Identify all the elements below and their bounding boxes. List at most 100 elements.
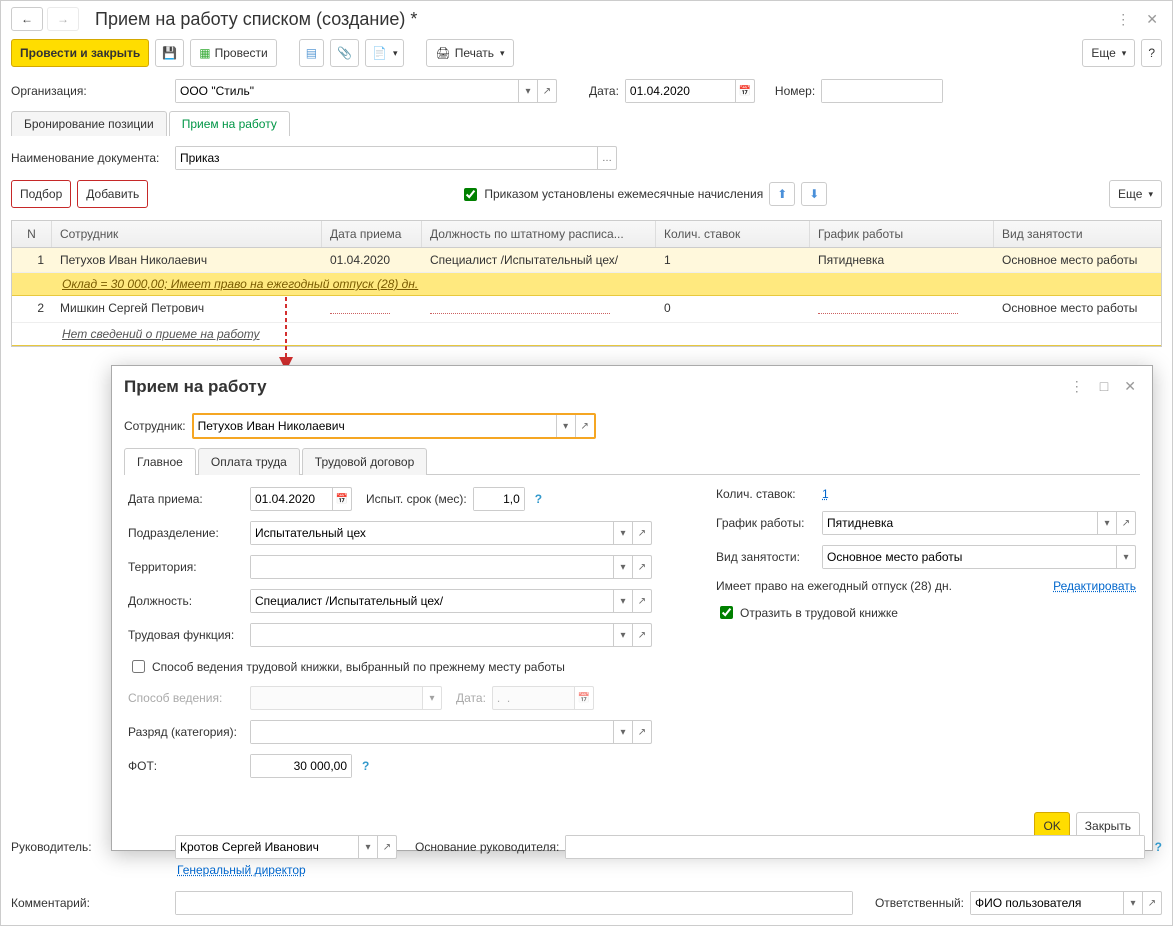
dropdown-icon[interactable]: ▾	[1097, 512, 1116, 534]
save-button[interactable]: 💾	[155, 39, 184, 67]
dropdown-icon[interactable]: ▾	[1116, 546, 1135, 568]
dropdown-icon[interactable]: ▾	[613, 624, 632, 646]
col-date[interactable]: Дата приема	[322, 221, 422, 247]
based-on-button[interactable]: 📄▾	[365, 39, 404, 67]
dropdown-icon[interactable]: ▾	[613, 556, 632, 578]
dropdown-icon[interactable]: ▾	[556, 415, 575, 437]
fot-label: ФОТ:	[128, 759, 244, 773]
open-icon[interactable]: ↗	[537, 80, 556, 102]
col-position[interactable]: Должность по штатному расписа...	[422, 221, 656, 247]
move-down-button[interactable]: ⬇	[801, 182, 827, 206]
open-icon[interactable]: ↗	[377, 836, 396, 858]
monthly-checkbox-label: Приказом установлены ежемесячные начисле…	[484, 187, 763, 201]
table-more-button[interactable]: Еще▾	[1109, 180, 1162, 208]
resp-input[interactable]	[971, 892, 1123, 914]
attach-button[interactable]: 📎	[330, 39, 359, 67]
method-date-label: Дата:	[456, 691, 486, 705]
more-button[interactable]: Еще▾	[1082, 39, 1135, 67]
modal-tab-contract[interactable]: Трудовой договор	[302, 448, 427, 475]
report-button[interactable]: ▤	[299, 39, 324, 67]
calendar-icon[interactable]: 📅	[735, 80, 754, 102]
dropdown-icon[interactable]: ▾	[358, 836, 377, 858]
rank-input[interactable]	[251, 721, 613, 743]
open-icon[interactable]: ↗	[1142, 892, 1161, 914]
dropdown-icon[interactable]: ▾	[613, 522, 632, 544]
org-input[interactable]	[176, 80, 518, 102]
dropdown-icon[interactable]: ▾	[1123, 892, 1142, 914]
open-icon[interactable]: ↗	[632, 522, 651, 544]
terr-input[interactable]	[251, 556, 613, 578]
number-label: Номер:	[775, 84, 815, 98]
help-button[interactable]: ?	[1141, 39, 1162, 67]
func-input[interactable]	[251, 624, 613, 646]
dept-input[interactable]	[251, 522, 613, 544]
open-icon[interactable]: ↗	[632, 624, 651, 646]
ellipsis-icon[interactable]: …	[597, 147, 616, 169]
edit-link[interactable]: Редактировать	[1053, 579, 1136, 593]
modal-date-input[interactable]	[251, 488, 332, 510]
modal-tab-main[interactable]: Главное	[124, 448, 196, 475]
head-title-link[interactable]: Генеральный директор	[177, 863, 306, 877]
detail-row[interactable]: Оклад = 30 000,00; Имеет право на ежегод…	[12, 273, 1161, 296]
nav-forward-button[interactable]: →	[47, 7, 79, 31]
kebab-icon[interactable]: ⋮	[1112, 9, 1134, 30]
rate-link[interactable]: 1	[822, 487, 829, 501]
pos-input[interactable]	[251, 590, 613, 612]
table-row[interactable]: 1 Петухов Иван Николаевич 01.04.2020 Спе…	[12, 248, 1161, 273]
kebab-icon[interactable]: ⋮	[1066, 376, 1088, 397]
close-icon[interactable]: ✕	[1120, 376, 1140, 397]
table-row[interactable]: 2 Мишкин Сергей Петрович 0 Основное мест…	[12, 296, 1161, 323]
fot-input[interactable]	[251, 755, 351, 777]
close-icon[interactable]: ✕	[1142, 9, 1162, 30]
maximize-icon[interactable]: □	[1096, 376, 1112, 397]
modal-title: Прием на работу	[124, 377, 267, 397]
sched-label: График работы:	[716, 516, 816, 530]
trial-input[interactable]	[474, 488, 524, 510]
help-icon[interactable]: ?	[1155, 840, 1162, 854]
trial-label: Испыт. срок (мес):	[366, 492, 467, 506]
window-title: Прием на работу списком (создание) *	[95, 9, 417, 30]
open-icon[interactable]: ↗	[632, 721, 651, 743]
nav-back-button[interactable]: ←	[11, 7, 43, 31]
print-button[interactable]: 🖨Печать▾	[426, 39, 513, 67]
modal-emp-input[interactable]	[194, 415, 556, 437]
detail-row[interactable]: Нет сведений о приеме на работу	[12, 323, 1161, 346]
open-icon[interactable]: ↗	[575, 415, 594, 437]
col-rate[interactable]: Колич. ставок	[656, 221, 810, 247]
terr-label: Территория:	[128, 560, 244, 574]
tab-booking[interactable]: Бронирование позиции	[11, 111, 167, 136]
add-button[interactable]: Добавить	[77, 180, 148, 208]
doc-name-input[interactable]	[176, 147, 597, 169]
type-input[interactable]	[823, 546, 1116, 568]
number-input[interactable]	[822, 80, 942, 102]
workbook-method-checkbox[interactable]: Способ ведения трудовой книжки, выбранны…	[128, 657, 565, 676]
calendar-icon[interactable]: 📅	[332, 488, 351, 510]
dropdown-icon[interactable]: ▾	[518, 80, 537, 102]
post-and-close-button[interactable]: Провести и закрыть	[11, 39, 149, 67]
open-icon[interactable]: ↗	[632, 590, 651, 612]
col-type[interactable]: Вид занятости	[994, 221, 1161, 247]
comment-input[interactable]	[176, 892, 852, 914]
head-input[interactable]	[176, 836, 358, 858]
col-n[interactable]: N	[12, 221, 52, 247]
monthly-checkbox[interactable]: Приказом установлены ежемесячные начисле…	[460, 185, 763, 204]
basis-input[interactable]	[566, 836, 1143, 858]
select-button[interactable]: Подбор	[11, 180, 71, 208]
tab-hiring[interactable]: Прием на работу	[169, 111, 290, 136]
sched-input[interactable]	[823, 512, 1097, 534]
help-icon[interactable]: ?	[535, 492, 542, 506]
col-schedule[interactable]: График работы	[810, 221, 994, 247]
method-date-input	[493, 687, 574, 709]
col-employee[interactable]: Сотрудник	[52, 221, 322, 247]
open-icon[interactable]: ↗	[632, 556, 651, 578]
post-button[interactable]: ▦Провести	[190, 39, 276, 67]
employees-table: N Сотрудник Дата приема Должность по шта…	[11, 220, 1162, 347]
dropdown-icon[interactable]: ▾	[613, 590, 632, 612]
help-icon[interactable]: ?	[362, 759, 369, 773]
move-up-button[interactable]: ⬆	[769, 182, 795, 206]
dropdown-icon[interactable]: ▾	[613, 721, 632, 743]
open-icon[interactable]: ↗	[1116, 512, 1135, 534]
date-input[interactable]	[626, 80, 735, 102]
reflect-checkbox[interactable]: Отразить в трудовой книжке	[716, 603, 898, 622]
modal-tab-salary[interactable]: Оплата труда	[198, 448, 300, 475]
